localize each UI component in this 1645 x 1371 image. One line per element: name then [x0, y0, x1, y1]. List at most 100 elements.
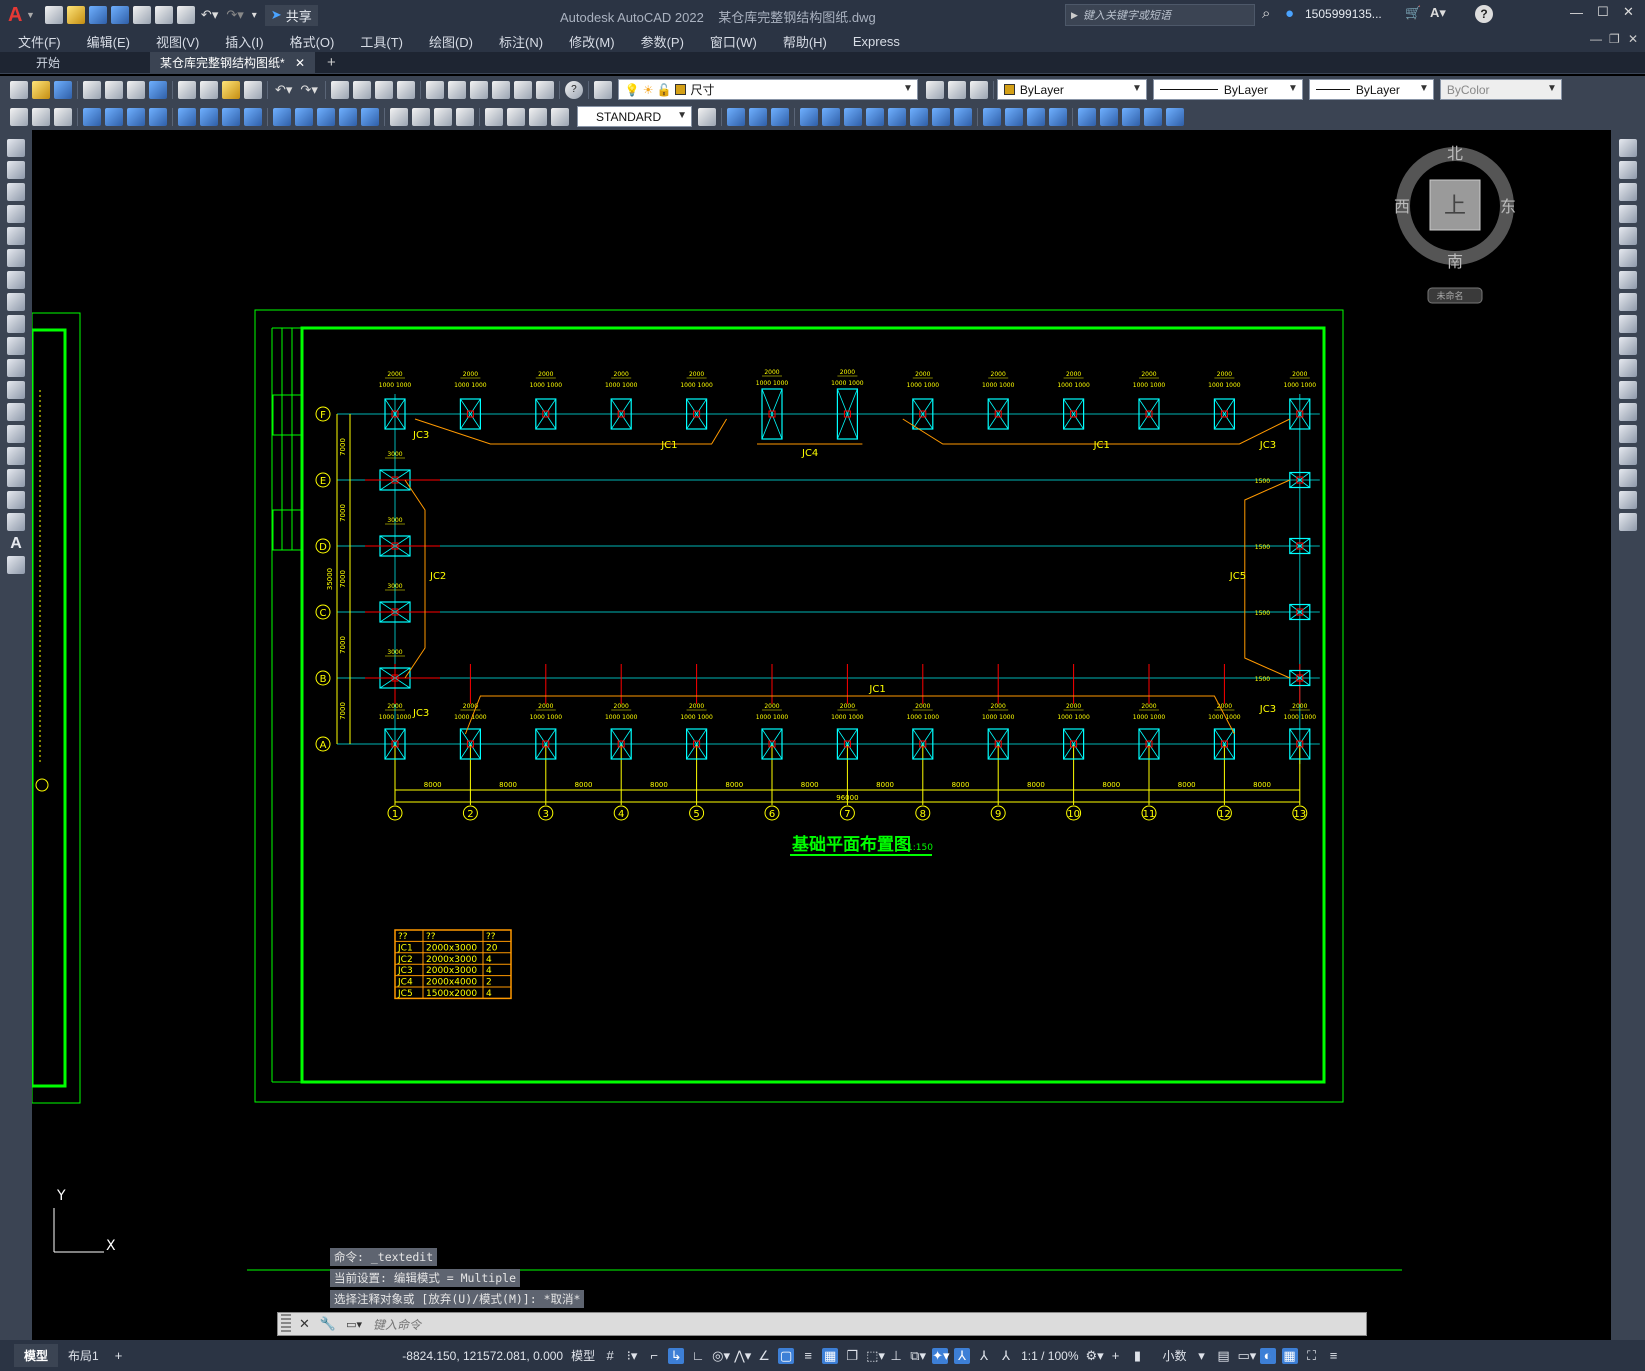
tool-palettes-icon[interactable]	[469, 80, 488, 99]
hatch-icon[interactable]	[7, 447, 25, 465]
menu-edit[interactable]: 编辑(E)	[87, 32, 130, 51]
workspace-gear-icon[interactable]: ⚙▾	[1086, 1348, 1104, 1364]
command-customize-icon[interactable]: 🔧	[320, 1316, 336, 1332]
a360-icon[interactable]: A▾	[1430, 5, 1446, 21]
environment-icon[interactable]	[1144, 107, 1162, 126]
annotation-visibility-icon[interactable]: ⅄	[954, 1347, 971, 1364]
selection-cycling-icon[interactable]: ❐	[844, 1348, 860, 1364]
hardware-accel-icon[interactable]: ▦	[1281, 1347, 1298, 1364]
menu-format[interactable]: 格式(O)	[290, 32, 335, 51]
ucs-previous-icon[interactable]	[771, 107, 789, 126]
autocad-logo-icon[interactable]: A	[8, 4, 26, 27]
move-icon[interactable]	[1619, 249, 1637, 267]
menu-view[interactable]: 视图(V)	[156, 32, 199, 51]
menu-express[interactable]: Express	[853, 34, 900, 49]
ucs-3point-icon[interactable]	[910, 107, 928, 126]
ucs-face-icon[interactable]	[800, 107, 818, 126]
jogged-linear-icon[interactable]	[456, 107, 474, 126]
stretch-icon[interactable]	[1619, 315, 1637, 333]
ucs-manager-icon[interactable]	[1049, 107, 1067, 126]
render-icon[interactable]	[1078, 107, 1096, 126]
command-input[interactable]: 键入命令	[373, 1316, 421, 1333]
break-point-icon[interactable]	[1619, 381, 1637, 399]
dim-style-manager-icon[interactable]	[698, 107, 716, 126]
dim-break-icon[interactable]	[361, 107, 379, 126]
menu-modify[interactable]: 修改(M)	[569, 32, 615, 51]
menu-parametric[interactable]: 参数(P)	[641, 32, 684, 51]
coordinates[interactable]: -8824.150, 121572.081, 0.000	[402, 1349, 563, 1363]
insert-block-icon[interactable]	[7, 381, 25, 399]
close-icon[interactable]: ✕	[1623, 4, 1634, 20]
paste-icon[interactable]	[222, 80, 240, 99]
help-icon[interactable]: ?	[1475, 5, 1493, 23]
layer-properties-icon[interactable]	[593, 80, 612, 99]
save-tb-icon[interactable]	[54, 80, 72, 99]
ucs-x-icon[interactable]	[932, 107, 950, 126]
lights-icon[interactable]	[1100, 107, 1118, 126]
markup-icon[interactable]	[513, 80, 532, 99]
print-icon[interactable]	[83, 80, 101, 99]
cart-icon[interactable]: 🛒	[1405, 5, 1421, 21]
chamfer-icon[interactable]	[1619, 447, 1637, 465]
center-mark-icon[interactable]	[412, 107, 430, 126]
dim-edit-icon[interactable]	[485, 107, 503, 126]
doc-minimize-icon[interactable]: —	[1590, 32, 1602, 46]
compass-east[interactable]: 东	[1500, 197, 1516, 216]
qnew-icon[interactable]	[10, 80, 28, 99]
ucs-y-icon[interactable]	[954, 107, 972, 126]
layer-unisolate-icon[interactable]	[54, 107, 72, 126]
named-ucs-icon[interactable]	[1027, 107, 1045, 126]
compass-west[interactable]: 西	[1394, 197, 1410, 216]
zoom-window-icon[interactable]	[374, 80, 393, 99]
fillet-icon[interactable]	[1619, 469, 1637, 487]
help-tb-icon[interactable]: ?	[564, 80, 583, 99]
layer-dropdown[interactable]: 💡 ☀ 🔓 尺寸 ▼	[617, 79, 918, 100]
layer-freeze-icon[interactable]: ☀	[643, 83, 654, 97]
customize-qat-icon[interactable]: ▾	[252, 10, 257, 21]
dim-space-icon[interactable]	[339, 107, 357, 126]
linetype-dropdown[interactable]: ByLayer ▼	[1152, 79, 1303, 100]
color-dropdown[interactable]: ByLayer ▼	[996, 79, 1147, 100]
open-icon[interactable]	[32, 80, 50, 99]
make-block-icon[interactable]	[7, 403, 25, 421]
infer-icon[interactable]: ⌐	[646, 1348, 662, 1364]
ucs-object-icon[interactable]	[822, 107, 840, 126]
menu-tools[interactable]: 工具(T)	[360, 32, 403, 51]
layout-tab-1[interactable]: 布局1	[58, 1344, 109, 1367]
otrack-icon[interactable]: ∠	[756, 1348, 772, 1364]
erase-icon[interactable]	[1619, 139, 1637, 157]
plot-icon[interactable]	[176, 6, 195, 24]
add-selected-icon[interactable]	[7, 556, 25, 574]
tab-start[interactable]: 开始	[0, 52, 150, 74]
redo-tb-icon[interactable]: ↷▾	[300, 82, 317, 98]
blend-icon[interactable]	[1619, 491, 1637, 509]
ellipse-arc-icon[interactable]	[7, 359, 25, 377]
undo-tb-icon[interactable]: ↶▾	[275, 82, 292, 98]
selection-filter-icon[interactable]: ⧉▾	[910, 1348, 926, 1364]
make-current-icon[interactable]	[925, 80, 944, 99]
open-file-icon[interactable]	[66, 6, 85, 24]
tab-close-icon[interactable]: ✕	[295, 52, 305, 74]
compass-south[interactable]: 南	[1447, 252, 1463, 271]
dim-update-icon[interactable]	[529, 107, 547, 126]
ucs-view-icon[interactable]	[844, 107, 862, 126]
dim-continue-icon[interactable]	[317, 107, 335, 126]
units[interactable]: 小数	[1163, 1347, 1187, 1364]
menu-draw[interactable]: 绘图(D)	[429, 32, 473, 51]
render-window-icon[interactable]	[1166, 107, 1184, 126]
rectangle-icon[interactable]	[7, 227, 25, 245]
cut-icon[interactable]	[178, 80, 196, 99]
polyline-icon[interactable]	[7, 183, 25, 201]
save-as-icon[interactable]	[110, 6, 129, 24]
menu-insert[interactable]: 插入(I)	[225, 32, 263, 51]
new-file-icon[interactable]	[44, 6, 63, 24]
scale-icon[interactable]	[1619, 293, 1637, 311]
menu-file[interactable]: 文件(F)	[18, 32, 61, 51]
layer-previous-icon[interactable]	[947, 80, 966, 99]
ucs-apply-icon[interactable]	[1005, 107, 1023, 126]
osnap-icon[interactable]: ▢	[778, 1347, 795, 1364]
command-close-icon[interactable]: ✕	[299, 1316, 310, 1332]
dim-linear-icon[interactable]	[83, 107, 101, 126]
explode-icon[interactable]	[1619, 513, 1637, 531]
properties-icon[interactable]	[425, 80, 444, 99]
